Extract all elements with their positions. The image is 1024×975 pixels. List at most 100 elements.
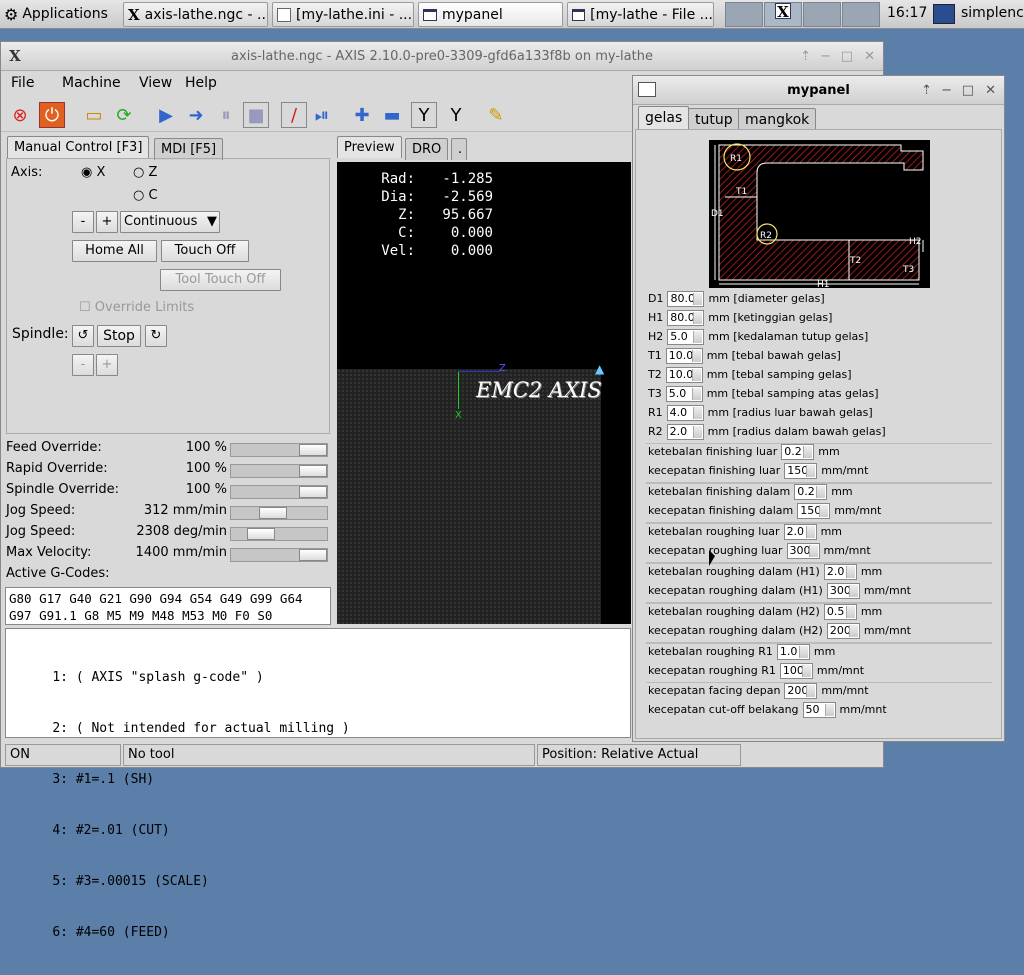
roughing-r1-thickness-spinbox[interactable]: 1.0	[776, 643, 810, 660]
maximize-icon[interactable]: □	[841, 42, 853, 71]
tab-mdi[interactable]: MDI [F5]	[154, 138, 224, 160]
roughing-dalam-h1-thickness-spinbox[interactable]: 2.0	[823, 563, 857, 580]
clear-plot-icon[interactable]: ✎	[483, 102, 509, 128]
gcode-line[interactable]: 4: #2=.01 (CUT)	[6, 822, 350, 839]
gcode-listing[interactable]: 1: ( AXIS "splash g-code" ) 2: ( Not int…	[5, 628, 631, 940]
close-icon[interactable]: ✕	[985, 76, 996, 105]
slider-knob[interactable]	[247, 528, 275, 540]
facing-speed-spinbox[interactable]: 200	[784, 682, 818, 699]
gcode-line[interactable]: 6: #4=60 (FEED)	[6, 924, 350, 941]
desktop-2[interactable]: X	[764, 2, 802, 27]
gcode-line[interactable]: 5: #3=.00015 (SCALE)	[6, 873, 350, 890]
axis-titlebar[interactable]: X axis-lathe.ngc - AXIS 2.10.0-pre0-3309…	[1, 42, 883, 71]
desktop-4[interactable]	[842, 2, 880, 27]
axis-radio-z[interactable]: ○ Z	[133, 165, 157, 180]
gcode-line[interactable]: 2: ( Not intended for actual milling )	[6, 720, 349, 737]
spindle-forward-icon[interactable]: ↻	[145, 325, 167, 347]
menu-help[interactable]: Help	[185, 75, 217, 91]
h1-spinbox[interactable]: 80.0	[667, 309, 705, 326]
maximize-icon[interactable]: □	[962, 76, 974, 105]
slider-knob[interactable]	[299, 465, 327, 477]
shade-icon[interactable]: ⇡	[921, 76, 932, 105]
tab-mangkok[interactable]: mangkok	[738, 108, 817, 130]
spindle-minus-button[interactable]: -	[72, 354, 94, 376]
tab-extra[interactable]: .	[451, 138, 467, 160]
cutoff-speed-spinbox[interactable]: 50	[802, 701, 836, 718]
gcode-line[interactable]: 1: ( AXIS "splash g-code" )	[6, 669, 350, 686]
finishing-dalam-speed-spinbox[interactable]: 150	[797, 502, 831, 519]
r1-spinbox[interactable]: 4.0	[666, 404, 704, 421]
estop-icon[interactable]: ⊗	[7, 102, 33, 128]
user-menu-icon[interactable]	[933, 4, 955, 24]
slider-knob[interactable]	[299, 444, 327, 456]
h2-spinbox[interactable]: 5.0	[667, 328, 705, 345]
roughing-luar-speed-spinbox[interactable]: 300	[786, 542, 820, 559]
spindle-stop-button[interactable]: Stop	[97, 325, 141, 347]
minimize-icon[interactable]: −	[941, 76, 952, 105]
roughing-luar-thickness-spinbox[interactable]: 2.0	[783, 523, 817, 540]
jog-speed-slider[interactable]	[230, 506, 328, 520]
finishing-dalam-thickness-spinbox[interactable]: 0.2	[794, 483, 828, 500]
user-name[interactable]: simplenc	[961, 5, 1024, 21]
roughing-dalam-h1-speed-spinbox[interactable]: 300	[826, 582, 860, 599]
tab-gelas[interactable]: gelas	[638, 106, 690, 130]
touch-off-button[interactable]: Touch Off	[161, 240, 249, 262]
menu-machine[interactable]: Machine	[62, 75, 121, 91]
applications-menu[interactable]: ⚙ Applications	[4, 3, 108, 25]
minimize-icon[interactable]: −	[820, 42, 831, 71]
spindle-plus-button[interactable]: +	[96, 354, 118, 376]
open-file-icon[interactable]: ▭	[81, 102, 107, 128]
roughing-dalam-h2-speed-spinbox[interactable]: 200	[826, 622, 860, 639]
preview-canvas[interactable]: Rad: -1.285 Dia: -2.569 Z: 95.667 C: 0.000 V…	[337, 162, 631, 624]
tab-dro[interactable]: DRO	[405, 138, 449, 160]
task-ini-editor[interactable]: [my-lathe.ini - ...	[272, 2, 414, 27]
slider-knob[interactable]	[299, 486, 327, 498]
desktop-3[interactable]	[803, 2, 841, 27]
t3-spinbox[interactable]: 5.0	[665, 385, 703, 402]
roughing-dalam-h2-thickness-spinbox[interactable]: 0.5	[823, 603, 857, 620]
slider-knob[interactable]	[299, 549, 327, 561]
tool-touch-off-button[interactable]: Tool Touch Off	[160, 269, 281, 291]
step-icon[interactable]: ➜	[183, 102, 209, 128]
block-delete-icon[interactable]: /	[281, 102, 307, 128]
jog-speed-angular-slider[interactable]	[230, 527, 328, 541]
task-mypanel[interactable]: mypanel	[418, 2, 563, 27]
menu-file[interactable]: File	[11, 75, 34, 91]
task-file-manager[interactable]: [my-lathe - File ...	[567, 2, 714, 27]
r2-spinbox[interactable]: 2.0	[666, 423, 704, 440]
slider-knob[interactable]	[259, 507, 287, 519]
rapid-override-slider[interactable]	[230, 464, 328, 478]
stop-program-icon[interactable]: ■	[243, 102, 269, 128]
mypanel-titlebar[interactable]: mypanel ⇡ − □ ✕	[633, 76, 1004, 105]
desktop-1[interactable]	[725, 2, 763, 27]
finishing-luar-thickness-spinbox[interactable]: 0.2	[781, 443, 815, 460]
tab-preview[interactable]: Preview	[337, 136, 402, 158]
tab-tutup[interactable]: tutup	[688, 108, 740, 130]
t1-spinbox[interactable]: 10.0	[665, 347, 703, 364]
tab-manual-control[interactable]: Manual Control [F3]	[7, 136, 150, 158]
reload-icon[interactable]: ⟳	[111, 102, 137, 128]
d1-spinbox[interactable]: 80.0	[667, 290, 705, 307]
override-limits-checkbox[interactable]: ☐ Override Limits	[79, 300, 194, 315]
task-axis[interactable]: X axis-lathe.ngc - ...	[123, 2, 268, 27]
view-y-icon[interactable]: Y	[411, 102, 437, 128]
axis-radio-c[interactable]: ○ C	[133, 188, 158, 203]
power-icon[interactable]: ⏻	[39, 102, 65, 128]
optional-stop-icon[interactable]: ⏯	[309, 102, 335, 128]
axis-radio-x[interactable]: ◉ X	[81, 165, 105, 180]
home-all-button[interactable]: Home All	[72, 240, 157, 262]
shade-icon[interactable]: ⇡	[800, 42, 811, 71]
menu-view[interactable]: View	[139, 75, 172, 91]
t2-spinbox[interactable]: 10.0	[665, 366, 703, 383]
roughing-r1-speed-spinbox[interactable]: 100	[779, 662, 813, 679]
pause-icon[interactable]: ⏸	[213, 102, 239, 128]
close-icon[interactable]: ✕	[864, 42, 875, 71]
spindle-override-slider[interactable]	[230, 485, 328, 499]
run-icon[interactable]: ▶	[153, 102, 179, 128]
view-y2-icon[interactable]: Y	[443, 102, 469, 128]
zoom-in-icon[interactable]: ✚	[349, 102, 375, 128]
finishing-luar-speed-spinbox[interactable]: 150	[784, 462, 818, 479]
gcode-line[interactable]: 3: #1=.1 (SH)	[6, 771, 350, 788]
spindle-reverse-icon[interactable]: ↺	[72, 325, 94, 347]
jog-mode-select[interactable]: Continuous ▼	[120, 211, 220, 233]
